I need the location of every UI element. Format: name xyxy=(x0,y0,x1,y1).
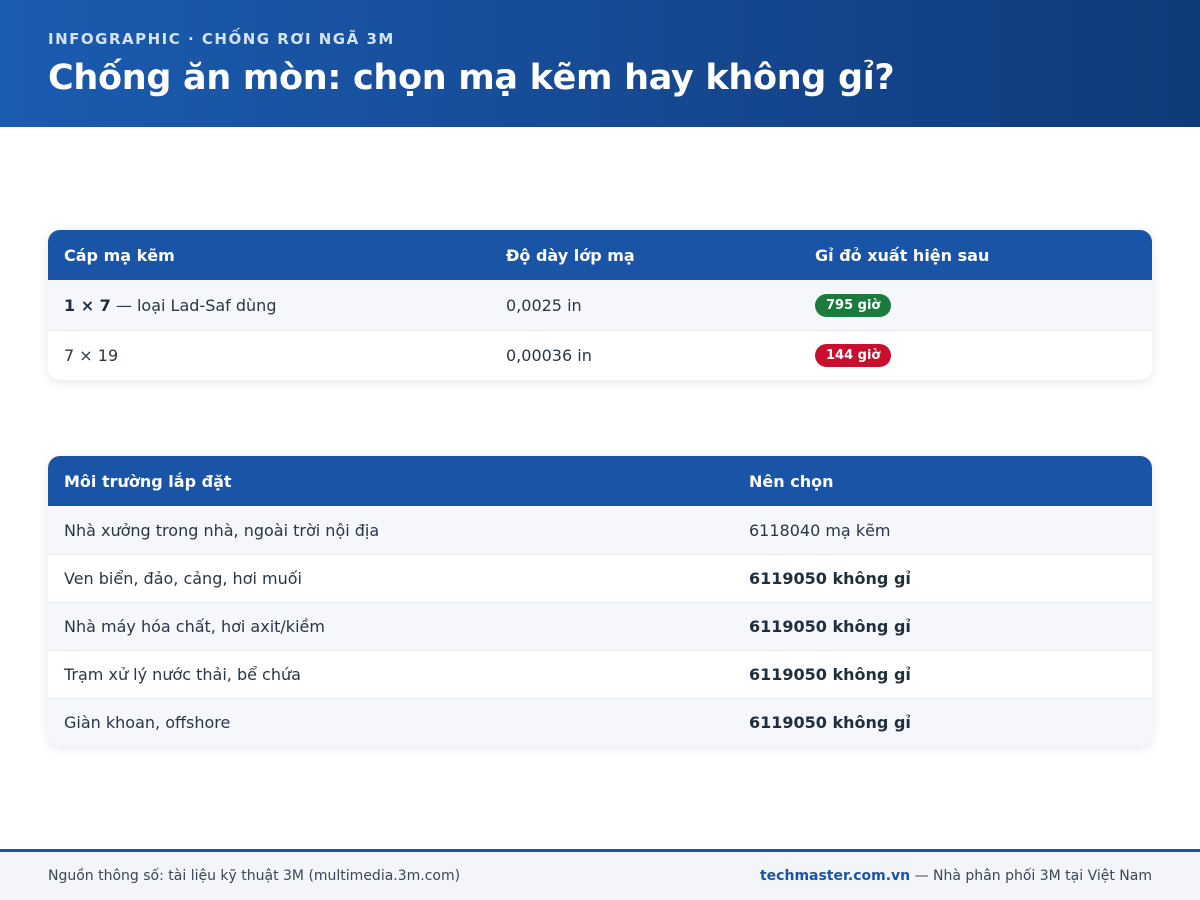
page-title: Chống ăn mòn: chọn mạ kẽm hay không gỉ? xyxy=(48,58,895,98)
status-badge: 144 giờ xyxy=(815,344,892,367)
choice-cell: 6119050 không gỉ xyxy=(749,713,911,732)
cable-name: 7 × 19 xyxy=(48,346,490,365)
footer: Nguồn thông số: tài liệu kỹ thuật 3M (mu… xyxy=(0,849,1200,900)
cable-table: Cáp mạ kẽm Độ dày lớp mạ Gỉ đỏ xuất hiện… xyxy=(48,230,1152,380)
environment-cell: Trạm xử lý nước thải, bể chứa xyxy=(64,665,301,684)
cable-name: 1 × 7 — loại Lad-Saf dùng xyxy=(48,296,490,315)
choice-cell: 6118040 mạ kẽm xyxy=(749,520,891,540)
environment-table-header: Môi trường lắp đặt Nên chọn xyxy=(48,456,1152,506)
column-header-environment: Môi trường lắp đặt xyxy=(64,471,232,491)
table-row: Giàn khoan, offshore 6119050 không gỉ xyxy=(48,698,1152,746)
environment-cell: Nhà xưởng trong nhà, ngoài trời nội địa xyxy=(64,520,380,540)
brand-link[interactable]: techmaster.com.vn xyxy=(760,868,910,884)
table-row: 1 × 7 — loại Lad-Saf dùng 0,0025 in 795 … xyxy=(48,280,1152,330)
table-row: 7 × 19 0,00036 in 144 giờ xyxy=(48,330,1152,380)
rust-cell: 795 giờ xyxy=(799,293,892,317)
environment-cell: Nhà máy hóa chất, hơi axit/kiềm xyxy=(64,617,325,636)
distributor-tagline: — Nhà phân phối 3M tại Việt Nam xyxy=(910,868,1152,884)
environment-table: Môi trường lắp đặt Nên chọn Nhà xưởng tr… xyxy=(48,456,1152,746)
cable-thickness: 0,00036 in xyxy=(506,346,592,365)
column-header-cable: Cáp mạ kẽm xyxy=(64,245,175,265)
choice-cell: 6119050 không gỉ xyxy=(749,569,911,588)
environment-cell: Ven biển, đảo, cảng, hơi muối xyxy=(64,569,302,588)
status-badge: 795 giờ xyxy=(815,293,892,317)
column-header-rust: Gỉ đỏ xuất hiện sau xyxy=(815,245,990,265)
source-note: Nguồn thông số: tài liệu kỹ thuật 3M (mu… xyxy=(48,868,461,884)
kicker-text: INFOGRAPHIC · CHỐNG RƠI NGÃ 3M xyxy=(48,30,395,48)
rust-cell: 144 giờ xyxy=(799,344,892,367)
environment-cell: Giàn khoan, offshore xyxy=(64,713,231,732)
cable-table-header: Cáp mạ kẽm Độ dày lớp mạ Gỉ đỏ xuất hiện… xyxy=(48,230,1152,280)
table-row: Trạm xử lý nước thải, bể chứa 6119050 kh… xyxy=(48,650,1152,698)
column-header-choice: Nên chọn xyxy=(749,471,834,491)
cable-name-bold: 1 × 7 xyxy=(64,295,111,315)
cable-name-rest: — loại Lad-Saf dùng xyxy=(110,295,277,315)
choice-cell: 6119050 không gỉ xyxy=(749,617,911,636)
header-banner: INFOGRAPHIC · CHỐNG RƠI NGÃ 3M Chống ăn … xyxy=(0,0,1200,127)
choice-cell: 6119050 không gỉ xyxy=(749,665,911,684)
table-row: Nhà máy hóa chất, hơi axit/kiềm 6119050 … xyxy=(48,602,1152,650)
cable-name-rest: 7 × 19 xyxy=(64,346,119,365)
column-header-thickness: Độ dày lớp mạ xyxy=(506,245,635,265)
distributor-note: techmaster.com.vn — Nhà phân phối 3M tại… xyxy=(760,868,1152,884)
table-row: Ven biển, đảo, cảng, hơi muối 6119050 kh… xyxy=(48,554,1152,602)
table-row: Nhà xưởng trong nhà, ngoài trời nội địa … xyxy=(48,506,1152,554)
cable-thickness: 0,0025 in xyxy=(506,295,582,315)
